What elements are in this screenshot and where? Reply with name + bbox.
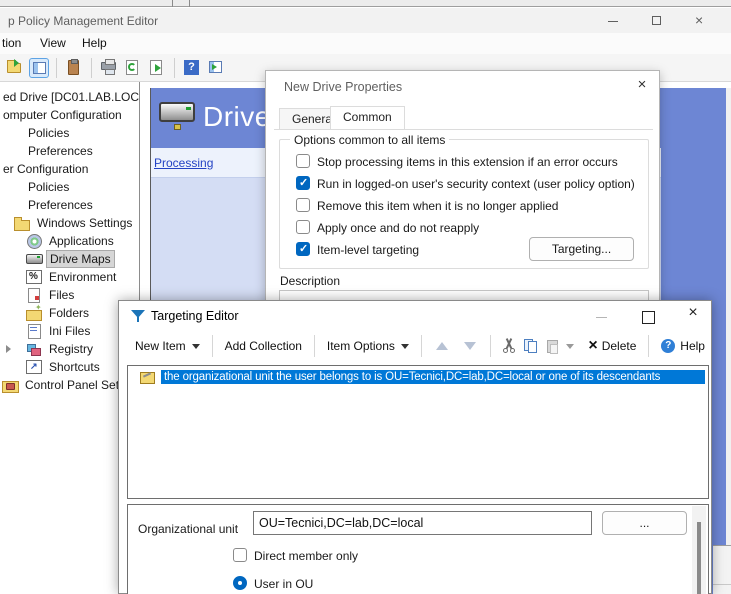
move-down-icon[interactable]: [464, 342, 476, 350]
background-window-edge: [0, 0, 731, 7]
checkbox-unchecked-icon[interactable]: [296, 154, 310, 168]
menu-view[interactable]: View: [40, 36, 66, 50]
close-icon[interactable]: ×: [681, 304, 705, 324]
targeting-editor-dialog: Targeting Editor × New Item Add Collecti…: [118, 300, 712, 594]
tree-item-drive-maps[interactable]: Drive Maps: [26, 250, 115, 268]
tree-item-environment[interactable]: Environment: [26, 268, 119, 286]
cut-icon[interactable]: [501, 338, 515, 354]
tree-item-ini-files[interactable]: Ini Files: [26, 322, 93, 340]
tab-common[interactable]: Common: [330, 106, 405, 129]
delete-button[interactable]: ×Delete: [582, 335, 642, 357]
targeting-items-list[interactable]: the organizational unit the user belongs…: [127, 365, 709, 499]
window-right-frame: [726, 88, 731, 594]
environment-icon: [26, 270, 42, 284]
help-icon[interactable]: ?: [182, 58, 202, 78]
help-icon: ?: [661, 339, 675, 353]
item-options-button[interactable]: Item Options: [321, 335, 415, 357]
close-button[interactable]: ×: [689, 12, 715, 30]
clipboard-icon[interactable]: [64, 58, 84, 78]
paste-icon[interactable]: [545, 338, 559, 354]
processing-link[interactable]: Processing: [154, 156, 213, 170]
export-list-icon[interactable]: [147, 58, 167, 78]
pane-scroll-corner: [713, 545, 731, 594]
printer-icon[interactable]: [99, 58, 119, 78]
tree-expander-icon[interactable]: [6, 345, 11, 353]
checkbox-unchecked-icon[interactable]: [233, 548, 247, 562]
tree-item-root[interactable]: ed Drive [DC01.LAB.LOCA: [0, 88, 140, 106]
maximize-button[interactable]: [637, 307, 659, 325]
chevron-down-icon: [192, 344, 200, 349]
funnel-icon: [131, 309, 145, 323]
tree-item-applications[interactable]: Applications: [26, 232, 117, 250]
ini-files-icon: [26, 324, 42, 338]
groupbox-label: Options common to all items: [290, 133, 449, 147]
minimize-button[interactable]: [591, 309, 613, 325]
panel-scrollbar[interactable]: [692, 506, 706, 594]
tree-item-windows-settings[interactable]: Windows Settings: [14, 214, 135, 232]
close-icon[interactable]: ×: [630, 76, 654, 96]
dialog-title: New Drive Properties: [284, 80, 402, 94]
checkbox-checked-icon[interactable]: [296, 176, 310, 190]
move-up-icon[interactable]: [436, 342, 448, 350]
main-titlebar: p Policy Management Editor ×: [0, 8, 731, 33]
organizational-unit-input[interactable]: [253, 511, 592, 535]
tree-item-control-panel[interactable]: Control Panel Sett: [2, 376, 125, 394]
tree-item-computer-configuration[interactable]: omputer Configuration: [0, 106, 125, 124]
list-item[interactable]: the organizational unit the user belongs…: [130, 368, 705, 385]
radio-selected-icon[interactable]: [233, 576, 247, 590]
new-window-icon[interactable]: [206, 58, 226, 78]
screen: p Policy Management Editor × tion View H…: [0, 0, 731, 594]
browse-button[interactable]: ...: [602, 511, 687, 535]
window-title: p Policy Management Editor: [8, 14, 158, 28]
scrollbar-thumb[interactable]: [697, 522, 701, 594]
minimize-button[interactable]: [600, 12, 626, 30]
checkbox-unchecked-icon[interactable]: [296, 198, 310, 212]
application-disc-icon: [26, 234, 42, 248]
organizational-unit-label: Organizational unit: [138, 522, 238, 536]
help-button[interactable]: ?Help: [655, 335, 711, 357]
console-window-icon[interactable]: [29, 58, 49, 78]
tree-item-policies-2[interactable]: Policies: [25, 178, 72, 196]
files-icon: [26, 288, 42, 302]
item-properties-panel: Organizational unit ... Direct member on…: [127, 504, 709, 594]
menu-help[interactable]: Help: [82, 36, 107, 50]
tree-item-folders[interactable]: Folders: [26, 304, 92, 322]
pane-title: Drive: [203, 101, 271, 133]
description-label: Description: [280, 274, 340, 288]
tree-item-policies[interactable]: Policies: [25, 124, 72, 142]
targeting-button[interactable]: Targeting...: [529, 237, 634, 261]
control-panel-icon: [2, 378, 18, 392]
maximize-button[interactable]: [644, 12, 670, 30]
delete-x-icon: ×: [588, 339, 597, 353]
drive-map-icon: [26, 252, 42, 266]
checkbox-unchecked-icon[interactable]: [296, 220, 310, 234]
add-collection-button[interactable]: Add Collection: [219, 335, 308, 357]
tree-item-shortcuts[interactable]: Shortcuts: [26, 358, 103, 376]
new-drive-properties-dialog: New Drive Properties × General Common Op…: [265, 70, 660, 302]
new-item-button[interactable]: New Item: [129, 335, 206, 357]
folder-icon: [14, 216, 30, 230]
shortcuts-icon: [26, 360, 42, 374]
drive-maps-header-icon: [159, 100, 197, 132]
tree-item-preferences[interactable]: Preferences: [25, 142, 96, 160]
selected-targeting-item: the organizational unit the user belongs…: [161, 370, 705, 384]
tree-item-preferences-2[interactable]: Preferences: [25, 196, 96, 214]
paste-dropdown-icon[interactable]: [566, 344, 574, 349]
organizational-unit-item-icon: [140, 370, 155, 383]
refresh-icon[interactable]: [123, 58, 143, 78]
menu-bar: tion View Help: [0, 33, 731, 54]
registry-icon: [26, 342, 42, 356]
tree-item-user-configuration[interactable]: er Configuration: [0, 160, 91, 178]
folders-icon: [26, 306, 42, 320]
chevron-down-icon: [401, 344, 409, 349]
folder-back-icon[interactable]: [5, 58, 25, 78]
tree-item-files[interactable]: Files: [26, 286, 77, 304]
targeting-toolbar: New Item Add Collection Item Options ×De…: [119, 331, 711, 361]
menu-action[interactable]: tion: [2, 36, 21, 50]
tree-item-registry[interactable]: Registry: [26, 340, 96, 358]
targeting-editor-title: Targeting Editor: [151, 309, 239, 323]
copy-icon[interactable]: [523, 338, 537, 354]
checkbox-checked-icon[interactable]: [296, 242, 310, 256]
